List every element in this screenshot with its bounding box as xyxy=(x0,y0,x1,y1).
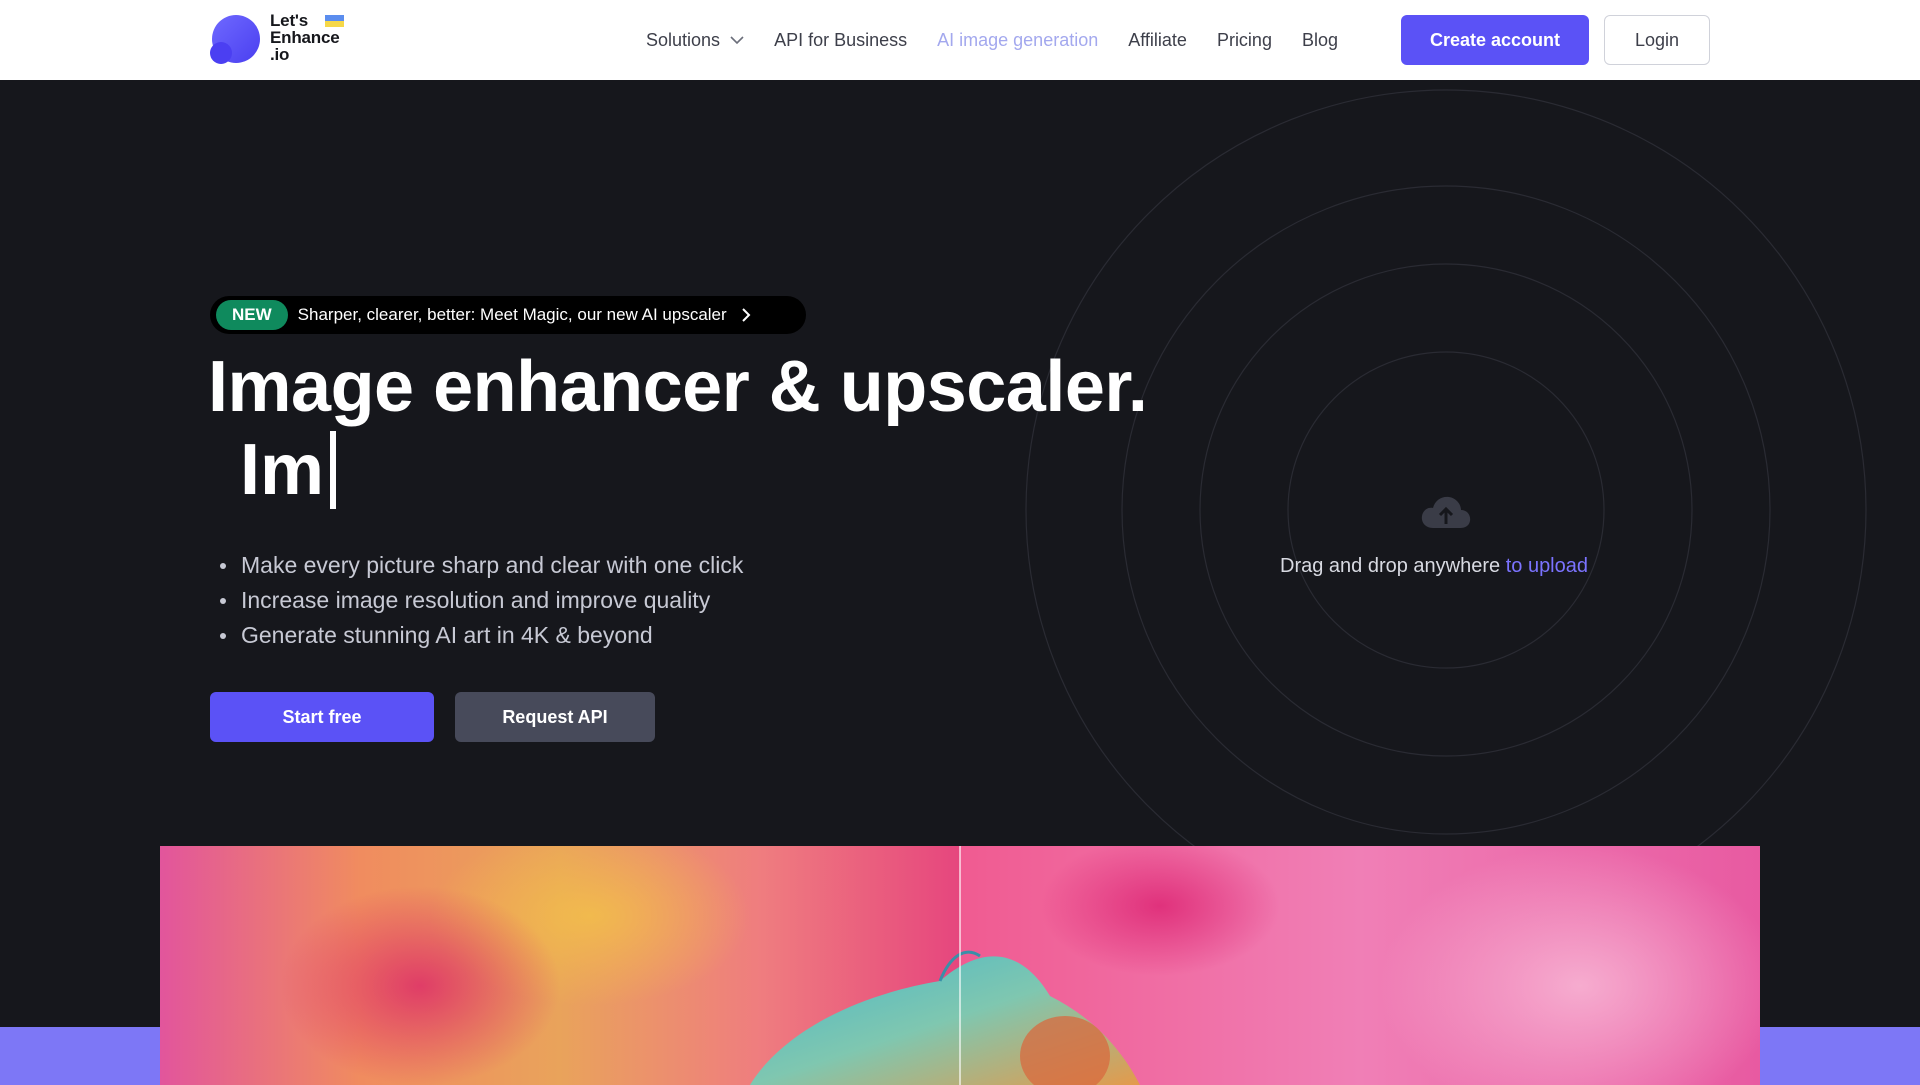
new-badge: NEW xyxy=(216,300,288,330)
chevron-right-icon xyxy=(741,308,751,322)
ukraine-flag-icon xyxy=(325,15,344,27)
chameleon-image xyxy=(160,846,1760,1085)
nav-item-affiliate[interactable]: Affiliate xyxy=(1128,30,1187,51)
hero-title: Image enhancer & upscaler. xyxy=(208,347,1148,427)
feature-item: Make every picture sharp and clear with … xyxy=(218,548,743,583)
nav-item-ai-image-generation[interactable]: AI image generation xyxy=(937,30,1098,51)
announcement-text: Sharper, clearer, better: Meet Magic, ou… xyxy=(297,305,727,324)
nav-item-solutions[interactable]: Solutions xyxy=(646,30,744,51)
cloud-upload-icon[interactable] xyxy=(1420,494,1472,530)
logo[interactable]: Let's Enhance .io xyxy=(210,12,360,68)
logo-mark-icon xyxy=(210,15,260,64)
announcement-pill[interactable]: NEW Sharper, clearer, better: Meet Magic… xyxy=(210,296,806,334)
feature-item: Generate stunning AI art in 4K & beyond xyxy=(218,618,743,653)
site-header: Let's Enhance .io Solutions API for Busi… xyxy=(0,0,1920,80)
create-account-button[interactable]: Create account xyxy=(1401,15,1589,65)
upload-text: Drag and drop anywhere xyxy=(1280,555,1501,577)
feature-list: Make every picture sharp and clear with … xyxy=(218,548,743,653)
text-cursor xyxy=(330,431,337,509)
nav-item-pricing[interactable]: Pricing xyxy=(1217,30,1272,51)
main-nav: Solutions API for Business AI image gene… xyxy=(646,0,1368,80)
typed-text: Im xyxy=(240,430,325,510)
chevron-down-icon xyxy=(730,35,744,44)
request-api-button[interactable]: Request API xyxy=(455,692,655,742)
login-button[interactable]: Login xyxy=(1604,15,1710,65)
typing-headline: Im xyxy=(240,428,337,512)
nav-item-solutions-label: Solutions xyxy=(646,29,721,50)
logo-line-3: .io xyxy=(270,45,290,64)
feature-item: Increase image resolution and improve qu… xyxy=(218,583,743,618)
nav-item-api-business[interactable]: API for Business xyxy=(774,30,907,51)
upload-prompt[interactable]: Drag and drop anywhere to upload xyxy=(1280,555,1612,578)
start-free-button[interactable]: Start free xyxy=(210,692,434,742)
upload-link[interactable]: to upload xyxy=(1506,555,1588,577)
nav-item-blog[interactable]: Blog xyxy=(1302,30,1338,51)
before-after-preview[interactable] xyxy=(160,846,1760,1085)
logo-line-2: Enhance xyxy=(270,28,340,47)
